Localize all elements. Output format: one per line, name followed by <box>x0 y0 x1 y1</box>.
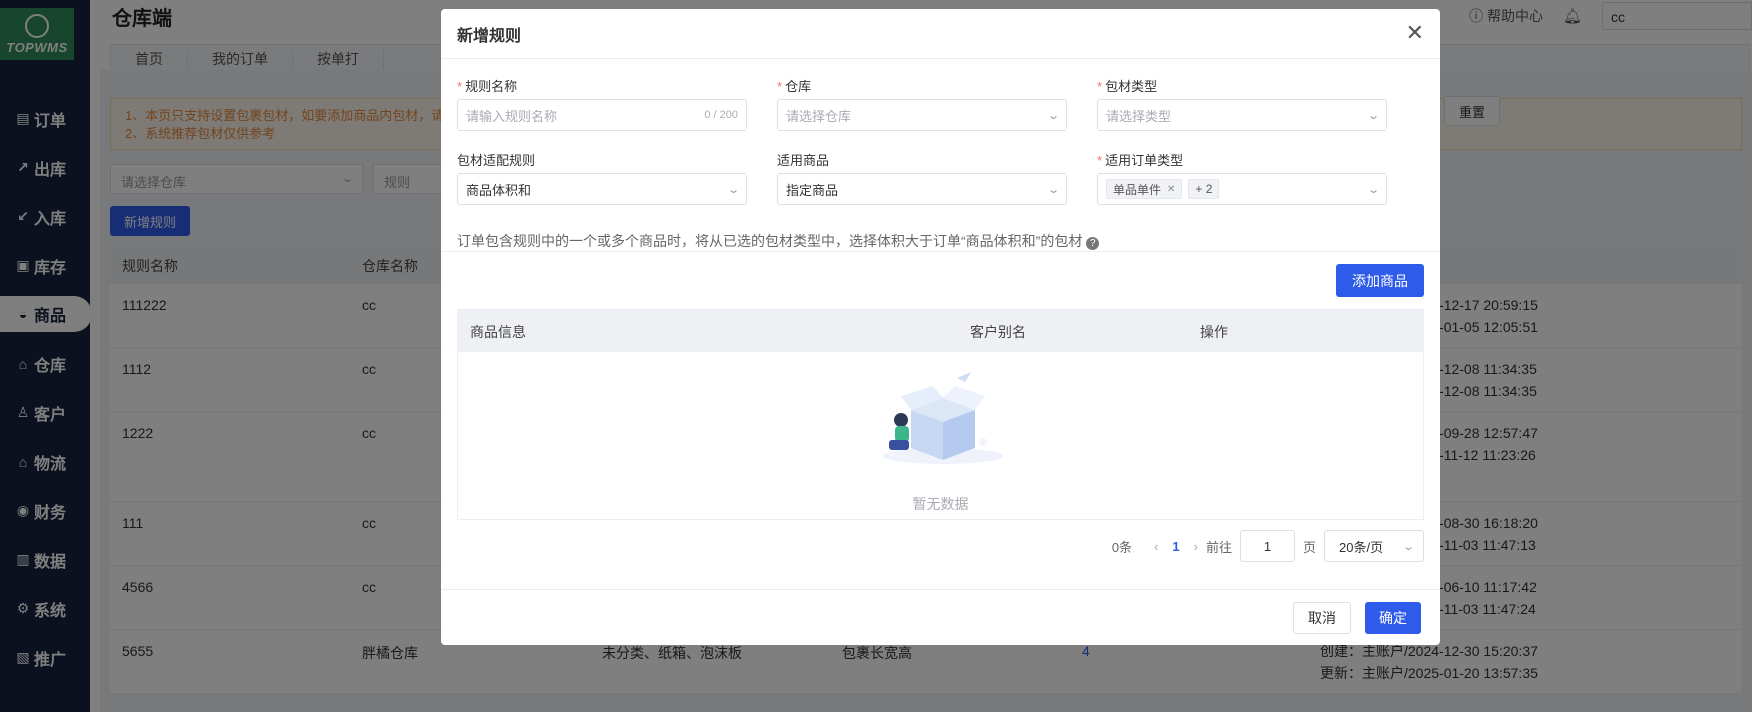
divider <box>441 251 1440 252</box>
material-type-label: * 包材类型 <box>1097 79 1158 94</box>
material-type-group: * 包材类型 请选择类型 ⌄ <box>1097 76 1387 131</box>
warehouse-placeholder: 请选择仓库 <box>786 108 852 124</box>
applicable-goods-value: 指定商品 <box>786 182 839 198</box>
page-size-select[interactable]: 20条/页 ⌄ <box>1324 530 1424 562</box>
order-type-more-tag: + 2 <box>1188 179 1220 199</box>
pagination-total: 0条 <box>1111 539 1133 555</box>
order-type-tag: 单品单件 ✕ <box>1106 179 1183 199</box>
confirm-button[interactable]: 确定 <box>1365 602 1421 634</box>
chevron-down-icon: ⌄ <box>1046 183 1060 196</box>
order-type-label: * 适用订单类型 <box>1097 153 1184 168</box>
column-actions: 操作 <box>1200 324 1228 340</box>
applicable-goods-label: 适用商品 <box>777 153 830 168</box>
column-customer-alias: 客户别名 <box>970 324 1026 340</box>
question-icon[interactable]: ? <box>1086 237 1100 250</box>
dialog-footer: 取消 确定 <box>441 589 1440 645</box>
page-unit-label: 页 <box>1302 539 1316 555</box>
add-goods-button[interactable]: 添加商品 <box>1336 264 1424 297</box>
match-rule-select[interactable]: 商品体积和 ⌄ <box>457 173 747 205</box>
tag-close-icon[interactable]: ✕ <box>1167 184 1175 195</box>
chevron-down-icon: ⌄ <box>1401 540 1415 553</box>
warehouse-select[interactable]: 请选择仓库 ⌄ <box>777 99 1067 131</box>
goto-label: 前往 <box>1205 539 1232 555</box>
new-rule-dialog: 新增规则 ✕ * 规则名称 请输入规则名称 0 / 200 * 仓库 请选择仓库 ⌄ *… <box>441 9 1440 645</box>
match-rule-group: 包材适配规则 商品体积和 ⌄ <box>457 150 747 205</box>
chevron-down-icon: ⌄ <box>1366 109 1380 122</box>
warehouse-group: * 仓库 请选择仓库 ⌄ <box>777 76 1067 131</box>
next-page-icon[interactable]: › <box>1194 539 1198 554</box>
rule-hint: 订单包含规则中的一个或多个商品时，将从已选的包材类型中，选择体积大于订单“商品体… <box>457 231 1100 251</box>
material-type-select[interactable]: 请选择类型 ⌄ <box>1097 99 1387 131</box>
chevron-down-icon: ⌄ <box>726 183 740 196</box>
rule-name-group: * 规则名称 请输入规则名称 0 / 200 <box>457 76 747 131</box>
empty-box-illustration <box>458 370 1423 473</box>
dialog-title: 新增规则 <box>441 9 1440 59</box>
rule-form: * 规则名称 请输入规则名称 0 / 200 * 仓库 请选择仓库 ⌄ * 包材类型 请选… <box>441 59 1440 251</box>
page-jump-input[interactable]: 1 <box>1239 530 1295 562</box>
rule-name-input[interactable]: 请输入规则名称 0 / 200 <box>457 99 747 131</box>
applicable-goods-group: 适用商品 指定商品 ⌄ <box>777 150 1067 205</box>
rule-name-label: * 规则名称 <box>457 79 518 94</box>
chevron-down-icon: ⌄ <box>1366 183 1380 196</box>
goods-table: 商品信息 客户别名 操作 暂无数据 <box>457 309 1424 520</box>
applicable-goods-select[interactable]: 指定商品 ⌄ <box>777 173 1067 205</box>
pagination: 0条 ‹ 1 › 前往 1 页 20条/页 ⌄ <box>1112 530 1424 562</box>
material-type-placeholder: 请选择类型 <box>1106 108 1172 124</box>
cancel-button[interactable]: 取消 <box>1293 602 1351 634</box>
column-goods-info: 商品信息 <box>470 324 526 340</box>
goods-table-header: 商品信息 客户别名 操作 <box>458 310 1423 352</box>
close-icon[interactable]: ✕ <box>1406 22 1424 44</box>
order-type-select[interactable]: 单品单件 ✕ + 2 ⌄ <box>1097 173 1387 205</box>
empty-state-text: 暂无数据 <box>912 496 969 512</box>
chevron-down-icon: ⌄ <box>1046 109 1060 122</box>
rule-name-placeholder: 请输入规则名称 <box>466 108 558 124</box>
match-rule-value: 商品体积和 <box>466 182 532 198</box>
match-rule-label: 包材适配规则 <box>457 153 536 168</box>
prev-page-icon[interactable]: ‹ <box>1154 539 1158 554</box>
order-type-tags: 单品单件 ✕ + 2 <box>1106 179 1225 199</box>
warehouse-label: * 仓库 <box>777 79 812 94</box>
rule-hint-text: 订单包含规则中的一个或多个商品时，将从已选的包材类型中，选择体积大于订单“商品体… <box>457 233 1083 249</box>
current-page[interactable]: 1 <box>1172 539 1179 554</box>
page-size-value: 20条/页 <box>1339 539 1384 555</box>
order-type-group: * 适用订单类型 单品单件 ✕ + 2 ⌄ <box>1097 150 1387 205</box>
rule-name-counter: 0 / 200 <box>704 109 738 121</box>
